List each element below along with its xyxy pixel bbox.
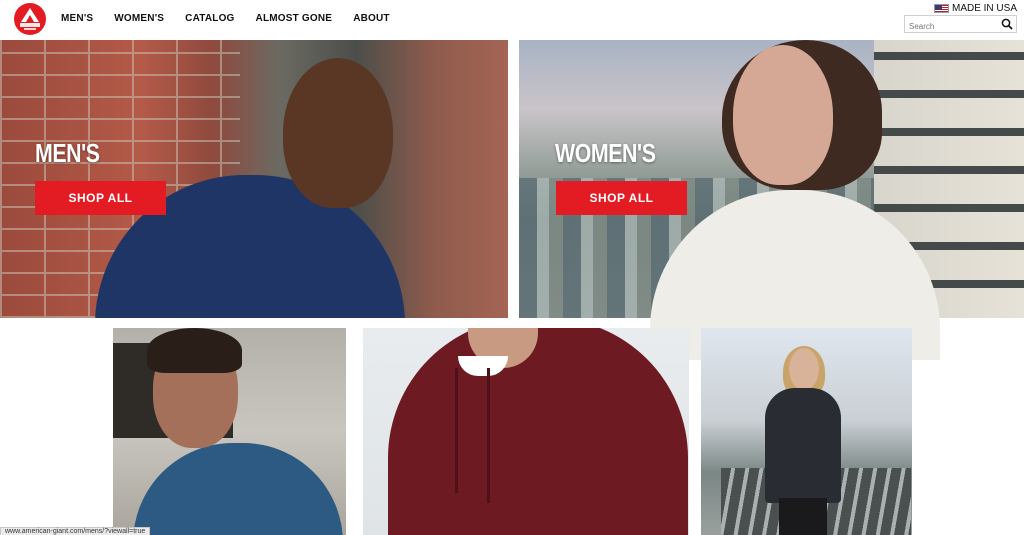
mens-model-image (283, 58, 393, 208)
browser-status-bar: www.american-giant.com/mens/?viewall=tru… (0, 527, 151, 535)
hoodie-drawstring-right (487, 368, 490, 503)
maroon-hoodie-image (388, 328, 688, 535)
made-in-usa-label: MADE IN USA (951, 3, 1017, 14)
womens-hero-title: WOMEN'S (555, 138, 656, 168)
black-jacket-image (765, 388, 841, 503)
hoodie-drawstring-left (455, 368, 458, 493)
womens-model-image (733, 45, 833, 185)
nav-catalog[interactable]: CATALOG (185, 13, 234, 24)
blue-shirt-image (133, 443, 343, 535)
search-input[interactable] (905, 18, 995, 35)
main-nav: MEN'S WOMEN'S CATALOG ALMOST GONE ABOUT (61, 13, 411, 24)
nav-womens[interactable]: WOMEN'S (114, 13, 164, 24)
female-model-image (789, 348, 819, 390)
male-model-hair (147, 328, 242, 373)
mens-hero-banner[interactable]: MEN'S SHOP ALL (0, 40, 508, 318)
site-header: MEN'S WOMEN'S CATALOG ALMOST GONE ABOUT … (0, 0, 1024, 40)
mens-shop-all-button[interactable]: SHOP ALL (35, 181, 166, 215)
search-box (904, 15, 1017, 35)
womens-shop-all-button[interactable]: SHOP ALL (556, 181, 687, 215)
product-tile-hoodie[interactable] (363, 328, 689, 535)
product-tile-jacket[interactable] (701, 328, 912, 535)
search-icon[interactable] (1001, 18, 1013, 30)
mens-hero-title: MEN'S (35, 138, 100, 168)
brand-logo[interactable] (14, 3, 46, 35)
product-tile-shirt[interactable] (113, 328, 346, 535)
nav-almost-gone[interactable]: ALMOST GONE (256, 13, 333, 24)
us-flag-icon (933, 4, 949, 13)
nav-mens[interactable]: MEN'S (61, 13, 93, 24)
made-in-usa: MADE IN USA (933, 3, 1017, 14)
american-giant-logo-icon (20, 8, 40, 30)
black-pants-image (779, 498, 827, 535)
nav-about[interactable]: ABOUT (353, 13, 390, 24)
